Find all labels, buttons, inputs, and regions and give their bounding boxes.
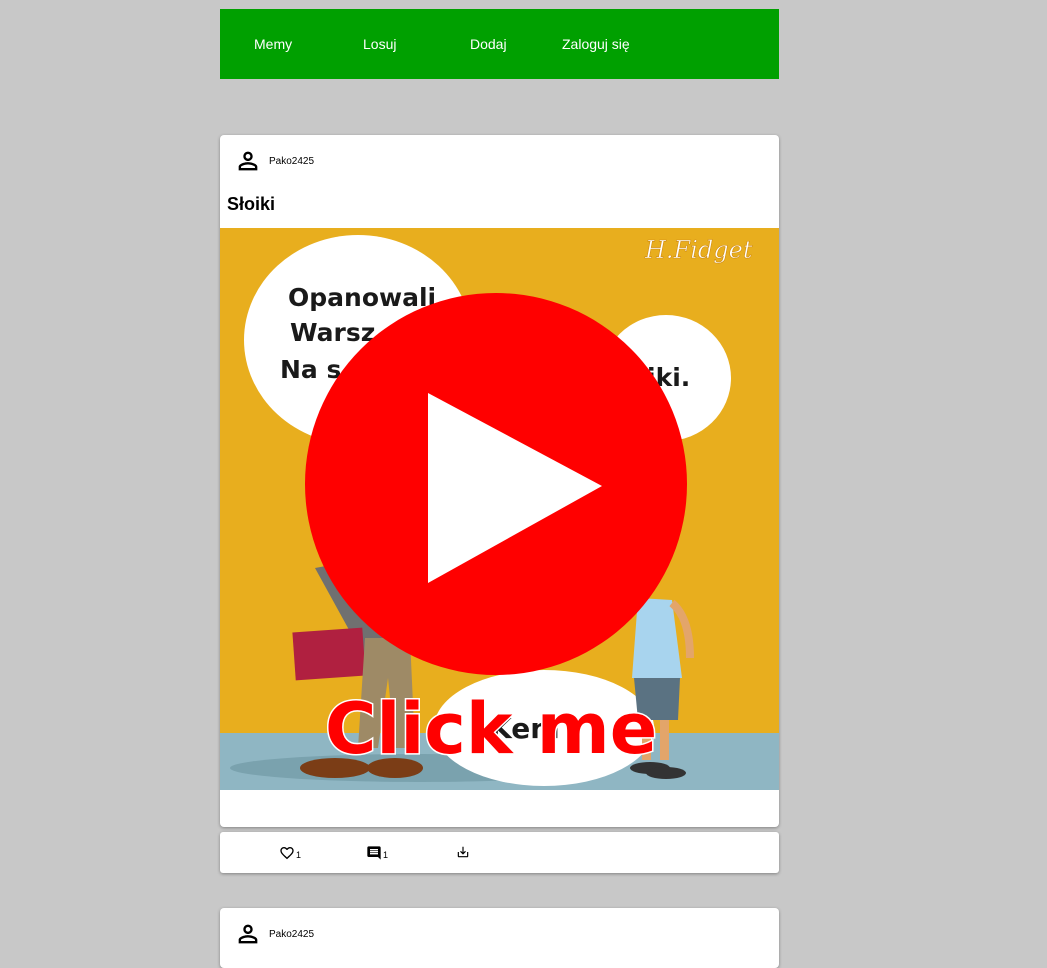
post-card: Pako2425 Słoiki H.Fidget Opanowali Warsz…	[220, 135, 779, 827]
play-icon[interactable]	[305, 293, 687, 675]
meme-image: H.Fidget Opanowali Warsz Na s iki. Keni	[220, 228, 779, 790]
bubble-line-2: Warsz	[290, 318, 375, 347]
author-name: Pako2425	[269, 156, 315, 167]
nav-item-losuj[interactable]: Losuj	[363, 9, 396, 79]
nav-item-dodaj[interactable]: Dodaj	[470, 9, 507, 79]
person-icon	[238, 924, 258, 944]
post-actions-bar: 1 1	[220, 832, 779, 873]
post-title[interactable]: Słoiki	[227, 194, 275, 215]
post-card: Pako2425	[220, 908, 779, 968]
post-media[interactable]: H.Fidget Opanowali Warsz Na s iki. Keni	[220, 228, 779, 790]
click-me-caption: Click me	[325, 688, 657, 770]
nav-item-zaloguj[interactable]: Zaloguj się	[562, 9, 630, 79]
like-count: 1	[296, 850, 302, 860]
download-icon	[457, 846, 469, 858]
nav-item-memy[interactable]: Memy	[254, 9, 292, 79]
image-signature: H.Fidget	[644, 236, 753, 264]
top-navbar: Memy Losuj Dodaj Zaloguj się	[220, 9, 779, 79]
bubble-line-3: Na s	[280, 355, 341, 384]
comment-icon	[367, 846, 381, 860]
heart-icon	[280, 847, 294, 860]
comment-count: 1	[383, 850, 389, 860]
author-name: Pako2425	[269, 929, 315, 940]
person-icon	[238, 151, 258, 171]
bubble-line-1: Opanowali	[288, 283, 436, 312]
